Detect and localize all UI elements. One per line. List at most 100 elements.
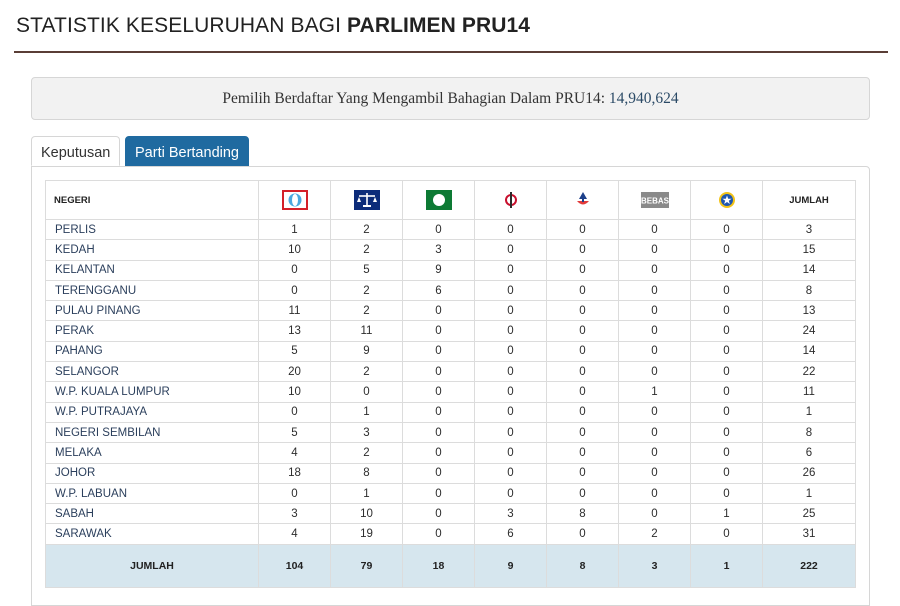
- seat-count: 11: [330, 320, 403, 342]
- seat-count: 0: [402, 462, 475, 484]
- seat-count: 0: [546, 401, 619, 423]
- header-jumlah: JUMLAH: [762, 180, 856, 220]
- state-name: JOHOR: [45, 462, 259, 484]
- bebas-logo-text: BEBAS: [641, 197, 669, 206]
- seat-count: 0: [546, 361, 619, 383]
- seat-count: 0: [618, 320, 691, 342]
- seat-count: 0: [690, 523, 763, 545]
- seat-count: 0: [474, 442, 547, 464]
- grand-total: 222: [762, 543, 856, 588]
- seat-count: 3: [330, 421, 403, 444]
- seat-count: 8: [330, 462, 403, 484]
- seat-count: 0: [474, 361, 547, 383]
- table-row: W.P. KUALA LUMPUR 10 0 0 0 0 1 0 11: [45, 381, 856, 403]
- tab-parti-bertanding[interactable]: Parti Bertanding: [125, 136, 249, 166]
- seat-count: 0: [546, 239, 619, 261]
- seat-count: 6: [474, 523, 547, 545]
- seat-count: 9: [330, 340, 403, 363]
- seat-count: 0: [618, 361, 691, 383]
- seat-count: 0: [546, 279, 619, 302]
- seat-count: 0: [474, 239, 547, 261]
- seat-count: 3: [258, 503, 331, 525]
- seat-count: 0: [690, 401, 763, 423]
- header-party-3: [402, 180, 475, 220]
- seat-count: 0: [546, 381, 619, 403]
- seat-count: 0: [690, 279, 763, 302]
- party-total: 104: [258, 543, 331, 588]
- seat-count: 0: [402, 300, 475, 322]
- row-total: 25: [762, 503, 856, 525]
- seat-count: 1: [690, 503, 763, 525]
- seat-count: 0: [474, 381, 547, 403]
- barisan-nasional-logo-icon: [353, 190, 380, 210]
- seat-count: 0: [546, 523, 619, 545]
- party-total: 79: [330, 543, 403, 588]
- seat-count: 0: [546, 462, 619, 484]
- tab-keputusan[interactable]: Keputusan: [31, 136, 120, 166]
- row-total: 1: [762, 482, 856, 505]
- seat-count: 2: [330, 300, 403, 322]
- table-row: PERAK 13 11 0 0 0 0 0 24: [45, 320, 856, 342]
- seat-count: 1: [330, 482, 403, 505]
- header-party-2: [330, 180, 403, 220]
- seat-count: 20: [258, 361, 331, 383]
- table-row: PAHANG 5 9 0 0 0 0 0 14: [45, 340, 856, 363]
- seat-count: 0: [618, 340, 691, 363]
- seat-count: 0: [402, 421, 475, 444]
- row-total: 1: [762, 401, 856, 423]
- registered-voters-box: Pemilih Berdaftar Yang Mengambil Bahagia…: [31, 77, 870, 120]
- seat-count: 2: [618, 523, 691, 545]
- seat-count: 0: [546, 421, 619, 444]
- seat-count: 0: [618, 503, 691, 525]
- seat-count: 13: [258, 320, 331, 342]
- seat-count: 18: [258, 462, 331, 484]
- seat-count: 9: [402, 259, 475, 281]
- warisan-logo-icon: [576, 192, 589, 205]
- seat-count: 0: [690, 320, 763, 342]
- seat-count: 0: [690, 442, 763, 464]
- seat-count: 0: [618, 442, 691, 464]
- row-total: 8: [762, 279, 856, 302]
- state-name: W.P. LABUAN: [45, 482, 259, 505]
- header-party-4: [474, 180, 547, 220]
- seat-count: 0: [402, 442, 475, 464]
- state-name: MELAKA: [45, 442, 259, 464]
- header-party-7: [690, 180, 763, 220]
- seat-count: 0: [474, 482, 547, 505]
- registered-voters-value: 14,940,624: [608, 90, 679, 107]
- seat-count: 0: [690, 381, 763, 403]
- seat-count: 0: [474, 462, 547, 484]
- seat-count: 0: [690, 300, 763, 322]
- page-title: STATISTIK KESELURUHAN BAGI PARLIMEN PRU1…: [16, 14, 530, 38]
- header-party-1: [258, 180, 331, 220]
- state-name: PAHANG: [45, 340, 259, 363]
- seat-count: 6: [402, 279, 475, 302]
- seat-count: 4: [258, 523, 331, 545]
- state-name: PERAK: [45, 320, 259, 342]
- seat-count: 0: [690, 421, 763, 444]
- seat-count: 5: [330, 259, 403, 281]
- party-total: 9: [474, 543, 547, 588]
- seat-count: 0: [330, 381, 403, 403]
- table-total-row: JUMLAH 104 79 18 9 8 3 1 222: [45, 543, 856, 588]
- table-row: KEDAH 10 2 3 0 0 0 0 15: [45, 239, 856, 261]
- seat-count: 0: [402, 401, 475, 423]
- seat-count: 0: [402, 482, 475, 505]
- seat-count: 0: [618, 482, 691, 505]
- seat-count: 2: [330, 361, 403, 383]
- row-total: 6: [762, 442, 856, 464]
- seat-count: 0: [618, 462, 691, 484]
- seat-count: 2: [330, 279, 403, 302]
- seat-count: 11: [258, 300, 331, 322]
- seat-count: 3: [402, 239, 475, 261]
- seat-count: 0: [474, 340, 547, 363]
- seat-count: 0: [618, 279, 691, 302]
- row-total: 3: [762, 218, 856, 241]
- seat-count: 0: [546, 218, 619, 241]
- seat-count: 0: [402, 381, 475, 403]
- seat-count: 0: [474, 421, 547, 444]
- seat-count: 0: [618, 421, 691, 444]
- seat-count: 0: [258, 482, 331, 505]
- table-row: MELAKA 4 2 0 0 0 0 0 6: [45, 442, 856, 464]
- seat-count: 5: [258, 340, 331, 363]
